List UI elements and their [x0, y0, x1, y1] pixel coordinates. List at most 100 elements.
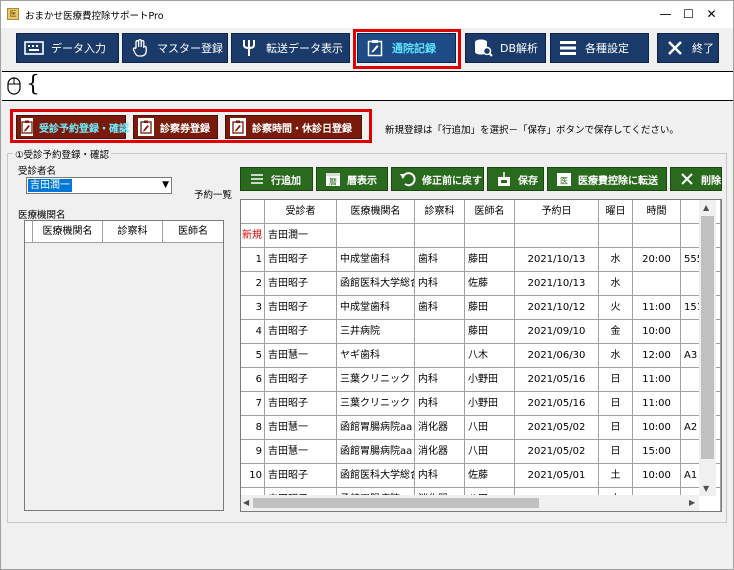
- scroll-up-icon[interactable]: ▲: [703, 203, 709, 212]
- grid-cell[interactable]: 吉田慧一: [265, 344, 337, 368]
- delete-button[interactable]: 削除: [670, 167, 722, 191]
- grid-cell[interactable]: [415, 224, 465, 248]
- grid-cell[interactable]: 吉田昭子: [265, 392, 337, 416]
- patient-select[interactable]: 吉田潤一 ▼: [26, 177, 172, 194]
- table-row[interactable]: 9 吉田慧一 函館胃腸病院aa 消化器 八田 2021/05/02 日 15:00: [241, 440, 721, 464]
- grid-cell[interactable]: 日: [599, 368, 633, 392]
- grid-cell[interactable]: 三葉クリニック: [337, 368, 415, 392]
- table-row[interactable]: 8 吉田慧一 函館胃腸病院aa 消化器 八田 2021/05/02 日 10:00 A2: [241, 416, 721, 440]
- scrollbar-thumb[interactable]: [701, 216, 714, 459]
- grid-cell[interactable]: 藤田: [465, 296, 515, 320]
- grid-cell[interactable]: 中成堂歯科: [337, 248, 415, 272]
- grid-cell[interactable]: 函館医科大学総合病院: [337, 272, 415, 296]
- grid-cell[interactable]: 内科: [415, 392, 465, 416]
- new-row[interactable]: 新規 吉田潤一: [241, 224, 721, 248]
- scroll-left-icon[interactable]: ◀: [243, 498, 249, 507]
- calendar-view-button[interactable]: 暦 曆表示: [316, 167, 388, 191]
- grid-cell[interactable]: 日: [599, 416, 633, 440]
- grid-cell[interactable]: 水: [599, 344, 633, 368]
- grid-cell[interactable]: 水: [599, 272, 633, 296]
- grid-cell[interactable]: [633, 224, 681, 248]
- grid-cell[interactable]: 藤田: [465, 320, 515, 344]
- table-row[interactable]: 10吉田昭子函館医科大学総合病院内科佐藤2021/05/01土10:00A1: [241, 464, 721, 488]
- grid-cell[interactable]: 吉田昭子: [265, 368, 337, 392]
- toolbar-transfer-data-button[interactable]: 転送データ表示: [231, 33, 350, 63]
- grid-cell[interactable]: 歯科: [415, 296, 465, 320]
- grid-cell[interactable]: 三井病院: [337, 320, 415, 344]
- revert-button[interactable]: 修正前に戻す: [391, 167, 484, 191]
- transfer-to-deduction-button[interactable]: 医 医療費控除に転送: [547, 167, 667, 191]
- grid-cell[interactable]: 10:00: [633, 464, 681, 488]
- scrollbar-thumb[interactable]: [253, 498, 539, 508]
- grid-cell[interactable]: 15:00: [633, 440, 681, 464]
- grid-cell[interactable]: 小野田: [465, 392, 515, 416]
- grid-cell[interactable]: 吉田慧一: [265, 440, 337, 464]
- grid-cell[interactable]: 火: [599, 296, 633, 320]
- table-row[interactable]: 5 吉田慧一 ヤギ歯科 八木 2021/06/30 水 12:00 A3: [241, 344, 721, 368]
- grid-cell[interactable]: 2021/05/02: [515, 440, 599, 464]
- grid-cell[interactable]: 吉田潤一: [265, 224, 337, 248]
- table-row[interactable]: 1 吉田昭子 中成堂歯科 歯科 藤田 2021/10/13 水 20:00 555: [241, 248, 721, 272]
- grid-cell[interactable]: 2021/06/30: [515, 344, 599, 368]
- horizontal-scrollbar[interactable]: ◀ ▶: [241, 495, 699, 511]
- grid-cell[interactable]: [337, 224, 415, 248]
- grid-cell[interactable]: 2021/10/13: [515, 272, 599, 296]
- grid-cell[interactable]: 金: [599, 320, 633, 344]
- grid-cell[interactable]: 2021/05/16: [515, 392, 599, 416]
- grid-cell[interactable]: 吉田昭子: [265, 464, 337, 488]
- grid-cell[interactable]: 12:00: [633, 344, 681, 368]
- grid-cell[interactable]: 日: [599, 392, 633, 416]
- toolbar-db-analysis-button[interactable]: DB解析: [465, 33, 546, 63]
- grid-cell[interactable]: 吉田昭子: [265, 296, 337, 320]
- grid-cell[interactable]: 吉田昭子: [265, 272, 337, 296]
- toolbar-exit-button[interactable]: 終了: [657, 33, 719, 63]
- grid-cell[interactable]: 函館胃腸病院aa: [337, 416, 415, 440]
- grid-cell[interactable]: 佐藤: [465, 272, 515, 296]
- grid-cell[interactable]: 10:00: [633, 320, 681, 344]
- grid-cell[interactable]: 10:00: [633, 416, 681, 440]
- grid-cell[interactable]: 吉田昭子: [265, 320, 337, 344]
- save-button[interactable]: 保存: [487, 167, 544, 191]
- grid-cell[interactable]: 三葉クリニック: [337, 392, 415, 416]
- scroll-right-icon[interactable]: ▶: [689, 498, 695, 507]
- grid-cell[interactable]: [415, 320, 465, 344]
- grid-cell[interactable]: 土: [599, 464, 633, 488]
- table-row[interactable]: 4 吉田昭子 三井病院 藤田 2021/09/10 金 10:00: [241, 320, 721, 344]
- grid-cell[interactable]: 中成堂歯科: [337, 296, 415, 320]
- grid-cell[interactable]: 内科: [415, 368, 465, 392]
- toolbar-data-input-button[interactable]: データ入力: [16, 33, 119, 63]
- institution-table[interactable]: 医療機関名 診察科 医師名: [24, 220, 224, 511]
- grid-cell[interactable]: 消化器: [415, 440, 465, 464]
- grid-cell[interactable]: 11:00: [633, 296, 681, 320]
- grid-cell[interactable]: [415, 344, 465, 368]
- grid-cell[interactable]: 2021/05/01: [515, 464, 599, 488]
- grid-cell[interactable]: 2021/09/10: [515, 320, 599, 344]
- grid-cell[interactable]: [599, 224, 633, 248]
- grid-cell[interactable]: 2021/05/16: [515, 368, 599, 392]
- vertical-scrollbar[interactable]: ▲ ▼: [699, 200, 716, 496]
- command-input[interactable]: [38, 76, 728, 96]
- scroll-down-icon[interactable]: ▼: [703, 484, 709, 493]
- grid-cell[interactable]: 藤田: [465, 248, 515, 272]
- grid-cell[interactable]: 吉田慧一: [265, 416, 337, 440]
- reservation-grid[interactable]: 受診者 医療機関名 診察科 医師名 予約日 曜日 時間 新規 吉田潤一 1 吉田昭…: [240, 199, 722, 512]
- table-row[interactable]: 7 吉田昭子 三葉クリニック 内科 小野田 2021/05/16 日 11:00: [241, 392, 721, 416]
- grid-cell[interactable]: 八田: [465, 416, 515, 440]
- grid-cell[interactable]: 日: [599, 440, 633, 464]
- table-row[interactable]: 3 吉田昭子 中成堂歯科 歯科 藤田 2021/10/12 火 11:00 151: [241, 296, 721, 320]
- grid-cell[interactable]: 水: [599, 248, 633, 272]
- grid-cell[interactable]: 函館医科大学総合病院: [337, 464, 415, 488]
- table-row[interactable]: 2吉田昭子函館医科大学総合病院内科佐藤2021/10/13水: [241, 272, 721, 296]
- grid-cell[interactable]: [465, 224, 515, 248]
- grid-cell[interactable]: ヤギ歯科: [337, 344, 415, 368]
- table-row[interactable]: 6 吉田昭子 三葉クリニック 内科 小野田 2021/05/16 日 11:00: [241, 368, 721, 392]
- grid-cell[interactable]: 八田: [465, 440, 515, 464]
- grid-cell[interactable]: 函館胃腸病院aa: [337, 440, 415, 464]
- grid-cell[interactable]: 2021/10/13: [515, 248, 599, 272]
- add-row-button[interactable]: 行追加: [240, 167, 313, 191]
- grid-cell[interactable]: 消化器: [415, 416, 465, 440]
- grid-cell[interactable]: [515, 224, 599, 248]
- grid-cell[interactable]: 佐藤: [465, 464, 515, 488]
- grid-cell[interactable]: 2021/10/12: [515, 296, 599, 320]
- grid-cell[interactable]: 11:00: [633, 368, 681, 392]
